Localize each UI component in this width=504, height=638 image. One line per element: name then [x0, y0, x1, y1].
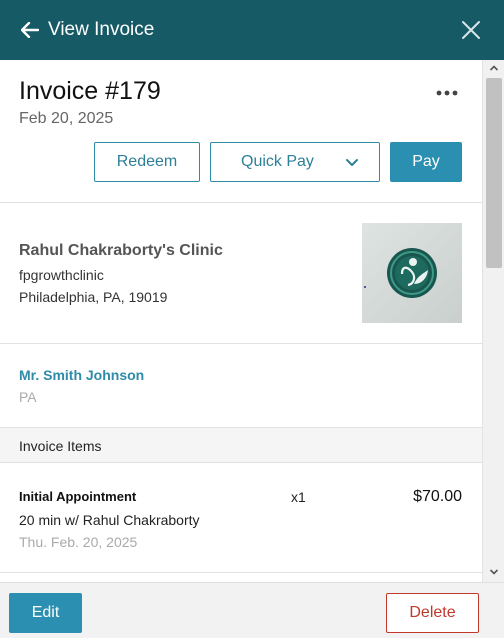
- item-name: Initial Appointment: [19, 489, 137, 504]
- item-price: $70.00: [413, 488, 462, 505]
- app-header: View Invoice: [0, 0, 504, 60]
- invoice-items-heading: Invoice Items: [19, 438, 102, 454]
- page-title: View Invoice: [48, 19, 155, 40]
- vertical-scrollbar[interactable]: [482, 60, 504, 582]
- more-horizontal-icon[interactable]: [432, 82, 462, 104]
- quick-pay-label: Quick Pay: [241, 153, 314, 170]
- quick-pay-dropdown[interactable]: Quick Pay: [210, 142, 380, 182]
- invoice-items-header: Invoice Items: [0, 427, 482, 463]
- clinic-logo: [362, 223, 462, 323]
- arrow-left-icon[interactable]: [20, 20, 40, 40]
- delete-button[interactable]: Delete: [386, 593, 479, 633]
- footer-bar: Edit Delete: [0, 582, 504, 638]
- pay-button[interactable]: Pay: [390, 142, 462, 182]
- item-quantity: x1: [291, 489, 306, 505]
- invoice-title: Invoice #179: [19, 77, 161, 105]
- chevron-down-icon: [345, 155, 359, 173]
- divider: [0, 343, 482, 344]
- clinic-handle: fpgrowthclinic: [19, 267, 104, 283]
- edit-button[interactable]: Edit: [9, 593, 82, 633]
- invoice-date: Feb 20, 2025: [19, 110, 114, 127]
- scroll-up-icon[interactable]: [483, 60, 504, 76]
- close-icon[interactable]: [460, 19, 482, 41]
- redeem-button[interactable]: Redeem: [94, 142, 200, 182]
- item-date: Thu. Feb. 20, 2025: [19, 534, 138, 550]
- clinic-address: Philadelphia, PA, 19019: [19, 289, 168, 305]
- divider: [0, 202, 482, 203]
- item-description: 20 min w/ Rahul Chakraborty: [19, 512, 200, 528]
- scroll-down-icon[interactable]: [483, 564, 504, 580]
- scrollbar-thumb[interactable]: [486, 78, 502, 268]
- divider: [0, 572, 482, 573]
- patient-name-link[interactable]: Mr. Smith Johnson: [19, 367, 144, 383]
- patient-state: PA: [19, 389, 37, 405]
- invoice-scroll-area[interactable]: Invoice #179 Feb 20, 2025 Redeem Quick P…: [0, 60, 504, 582]
- clinic-name: Rahul Chakraborty's Clinic: [19, 242, 223, 259]
